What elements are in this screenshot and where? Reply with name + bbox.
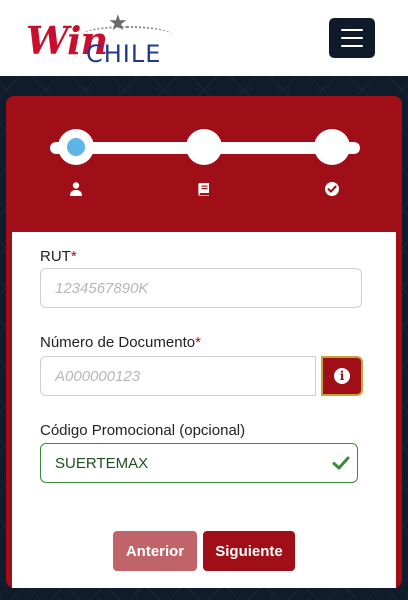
next-button[interactable]: Siguiente (203, 531, 295, 571)
hamburger-line (341, 29, 363, 31)
hamburger-line (341, 37, 363, 39)
check-icon (332, 456, 350, 470)
winchile-logo[interactable]: ★ Win CHILE (26, 10, 176, 70)
user-icon (70, 182, 82, 196)
promo-code-input[interactable] (40, 443, 358, 483)
document-info-button[interactable]: i (321, 356, 363, 396)
rut-label-text: RUT (40, 248, 71, 265)
hamburger-line (341, 45, 363, 47)
book-icon (198, 183, 209, 196)
document-number-label-text: Número de Documento (40, 334, 196, 351)
promo-code-label: Código Promocional (opcional) (40, 422, 246, 439)
logo-chile-text: CHILE (86, 40, 162, 68)
document-number-label: Número de Documento* (40, 334, 201, 351)
step-1-indicator (58, 129, 94, 165)
rut-label: RUT* (40, 248, 77, 265)
hamburger-menu-button[interactable] (329, 18, 375, 58)
info-icon: i (334, 368, 350, 384)
required-mark: * (195, 334, 201, 351)
app-header: ★ Win CHILE (0, 0, 408, 76)
document-number-input[interactable] (40, 356, 316, 396)
check-circle-icon (325, 182, 339, 196)
previous-button[interactable]: Anterior (113, 531, 197, 571)
rut-input[interactable] (40, 268, 362, 308)
step-3-indicator (314, 129, 350, 165)
required-mark: * (70, 248, 77, 265)
logo-star-icon: ★ (108, 10, 128, 35)
step-2-indicator (186, 129, 222, 165)
active-step-dot (67, 138, 85, 156)
